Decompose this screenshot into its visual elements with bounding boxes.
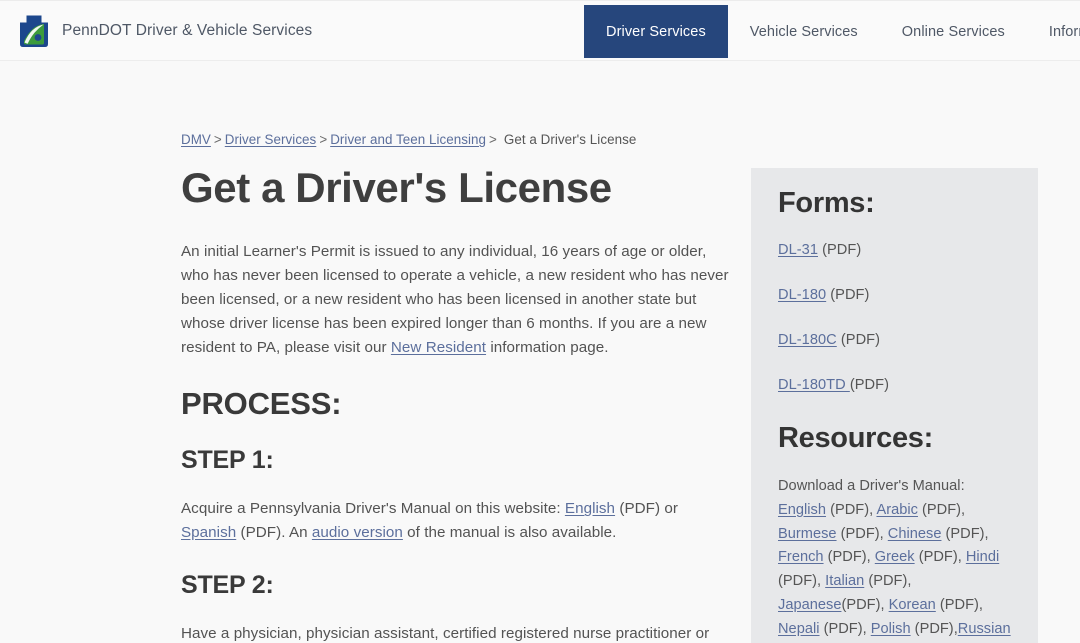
manual-spanish-link[interactable]: Spanish xyxy=(181,524,236,541)
driver-manual-downloads: Download a Driver's Manual: English (PDF… xyxy=(778,475,1012,643)
intro-paragraph: An initial Learner's Permit is issued to… xyxy=(181,240,733,360)
manual-language-suffix: (PDF), xyxy=(918,502,965,518)
manual-language-link-polish[interactable]: Polish xyxy=(871,621,911,637)
form-item-dl-180td: DL-180TD (PDF) xyxy=(778,377,1012,393)
form-link-dl-31[interactable]: DL-31 xyxy=(778,242,818,258)
main-navigation: Driver Services Vehicle Services Online … xyxy=(584,1,1080,62)
breadcrumb-current-page: Get a Driver's License xyxy=(500,132,636,147)
manual-language-suffix: (PDF), xyxy=(936,597,983,613)
manual-language-suffix: (PDF), xyxy=(915,549,966,565)
step-1-text-c: (PDF). An xyxy=(236,524,312,541)
step-2-text-a: Have a physician, physician assistant, c… xyxy=(181,625,709,643)
manual-language-link-chinese[interactable]: Chinese xyxy=(888,526,942,542)
step-1-text-b: (PDF) or xyxy=(615,500,678,517)
page-title: Get a Driver's License xyxy=(181,165,733,210)
audio-version-link[interactable]: audio version xyxy=(312,524,403,541)
breadcrumb-link-driver-services[interactable]: Driver Services xyxy=(225,132,317,147)
breadcrumb-separator: > xyxy=(211,132,225,147)
brand[interactable]: PennDOT Driver & Vehicle Services xyxy=(0,13,312,49)
resources-heading: Resources: xyxy=(778,422,1012,455)
manual-language-suffix: (PDF), xyxy=(864,573,911,589)
manual-language-link-arabic[interactable]: Arabic xyxy=(876,502,918,518)
breadcrumb-link-dmv[interactable]: DMV xyxy=(181,132,211,147)
form-item-dl-31: DL-31 (PDF) xyxy=(778,242,1012,258)
new-resident-link[interactable]: New Resident xyxy=(391,339,486,356)
form-link-dl-180td[interactable]: DL-180TD xyxy=(778,377,850,393)
manual-english-link[interactable]: English xyxy=(565,500,615,517)
breadcrumb-link-driver-and-teen-licensing[interactable]: Driver and Teen Licensing xyxy=(330,132,486,147)
manual-language-link-nepali[interactable]: Nepali xyxy=(778,621,820,637)
manual-language-link-russian[interactable]: Russian xyxy=(958,621,1011,637)
manual-language-link-french[interactable]: French xyxy=(778,549,824,565)
manual-language-suffix: (PDF), xyxy=(837,526,888,542)
manual-intro-text: Download a Driver's Manual: xyxy=(778,478,965,494)
page-body: DMV>Driver Services>Driver and Teen Lice… xyxy=(0,61,1080,643)
manual-language-suffix: (PDF), xyxy=(778,573,825,589)
manual-language-link-hindi[interactable]: Hindi xyxy=(966,549,999,565)
manual-language-suffix: (PDF), xyxy=(841,597,888,613)
step-1-text-d: of the manual is also available. xyxy=(403,524,617,541)
manual-language-suffix: (PDF), xyxy=(911,621,958,637)
nav-item-vehicle-services[interactable]: Vehicle Services xyxy=(728,5,880,58)
form-link-dl-180c[interactable]: DL-180C xyxy=(778,332,837,348)
form-suffix: (PDF) xyxy=(826,287,869,303)
form-suffix: (PDF) xyxy=(837,332,880,348)
manual-language-link-burmese[interactable]: Burmese xyxy=(778,526,837,542)
breadcrumb-separator: > xyxy=(316,132,330,147)
manual-language-suffix: (PDF), xyxy=(826,502,876,518)
intro-text-part-2: information page. xyxy=(486,339,608,356)
breadcrumb: DMV>Driver Services>Driver and Teen Lice… xyxy=(181,132,636,147)
brand-title: PennDOT Driver & Vehicle Services xyxy=(62,22,312,40)
manual-language-link-greek[interactable]: Greek xyxy=(875,549,915,565)
manual-language-link-english[interactable]: English xyxy=(778,502,826,518)
forms-heading: Forms: xyxy=(778,187,1012,220)
main-content: Get a Driver's License An initial Learne… xyxy=(181,165,733,643)
manual-language-suffix: (PDF), xyxy=(824,549,875,565)
step-2-heading: STEP 2: xyxy=(181,571,733,600)
step-1-heading: STEP 1: xyxy=(181,446,733,475)
form-item-dl-180c: DL-180C (PDF) xyxy=(778,332,1012,348)
nav-item-online-services[interactable]: Online Services xyxy=(880,5,1027,58)
form-suffix: (PDF) xyxy=(850,377,889,393)
process-heading: PROCESS: xyxy=(181,386,733,422)
form-suffix: (PDF) xyxy=(818,242,861,258)
nav-item-information-center[interactable]: Informatio xyxy=(1027,5,1080,58)
sidebar: Forms: DL-31 (PDF) DL-180 (PDF) DL-180C … xyxy=(751,168,1038,643)
manual-language-suffix: (PDF), xyxy=(820,621,871,637)
penndot-keystone-logo xyxy=(17,13,51,49)
manual-language-link-japanese[interactable]: Japanese xyxy=(778,597,841,613)
manual-language-link-italian[interactable]: Italian xyxy=(825,573,864,589)
manual-language-link-list: English (PDF), Arabic (PDF), Burmese (PD… xyxy=(778,502,1011,643)
breadcrumb-separator: > xyxy=(486,132,500,147)
form-item-dl-180: DL-180 (PDF) xyxy=(778,287,1012,303)
manual-language-suffix: (PDF), xyxy=(941,526,988,542)
step-1-paragraph: Acquire a Pennsylvania Driver's Manual o… xyxy=(181,497,733,545)
step-2-paragraph: Have a physician, physician assistant, c… xyxy=(181,622,733,643)
nav-item-driver-services[interactable]: Driver Services xyxy=(584,5,728,58)
manual-language-link-korean[interactable]: Korean xyxy=(889,597,936,613)
form-link-dl-180[interactable]: DL-180 xyxy=(778,287,826,303)
step-1-text-a: Acquire a Pennsylvania Driver's Manual o… xyxy=(181,500,565,517)
site-header: PennDOT Driver & Vehicle Services Driver… xyxy=(0,0,1080,61)
